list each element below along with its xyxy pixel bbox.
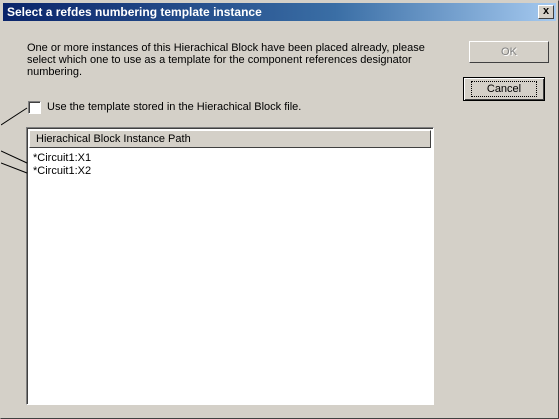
list-item[interactable]: *Circuit1:X2 [33,165,91,178]
callout-line-checkbox [1,107,28,126]
ok-button[interactable]: OK [469,41,549,63]
list-item[interactable]: *Circuit1:X1 [33,152,91,165]
callout-line-row-1 [1,150,28,164]
close-icon: x [542,5,550,17]
callout-line-row-2 [1,162,28,174]
instance-rows: *Circuit1:X1 *Circuit1:X2 [33,152,91,178]
window-title: Select a refdes numbering template insta… [7,5,262,19]
column-header-instance-path[interactable]: Hierachical Block Instance Path [29,130,431,148]
callout-lines [1,107,28,174]
close-button[interactable]: x [538,5,554,19]
use-template-label[interactable]: Use the template stored in the Hierachic… [47,100,301,114]
refdes-template-dialog: Select a refdes numbering template insta… [0,0,559,419]
instructions-text: One or more instances of this Hierachica… [27,42,425,78]
title-bar[interactable]: Select a refdes numbering template insta… [3,3,556,21]
cancel-button[interactable]: Cancel [463,77,545,101]
instance-list[interactable]: Hierachical Block Instance Path *Circuit… [26,127,434,405]
cancel-button-label: Cancel [470,81,538,97]
